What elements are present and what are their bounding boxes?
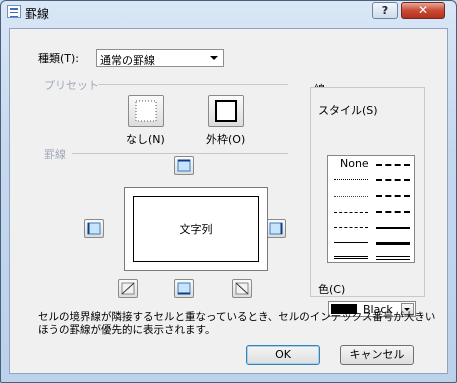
- line-style-hair[interactable]: [334, 179, 368, 180]
- border-left-icon: [87, 222, 101, 235]
- chevron-down-icon: [210, 56, 218, 60]
- cancel-button[interactable]: キャンセル: [340, 345, 414, 365]
- preset-none-label: なし(N): [126, 133, 165, 146]
- border-left-button[interactable]: [84, 219, 104, 238]
- border-group-label: 罫線: [44, 148, 66, 161]
- line-style-dash-dot[interactable]: [334, 227, 368, 228]
- line-style-thick[interactable]: [376, 242, 410, 245]
- preset-none-button[interactable]: [128, 95, 164, 127]
- outline-border-icon: [215, 100, 237, 122]
- border-right-icon: [269, 222, 283, 235]
- kind-label: 種類(T):: [38, 52, 80, 65]
- ok-button[interactable]: OK: [246, 345, 320, 365]
- border-preview[interactable]: 文字列: [124, 187, 268, 271]
- line-style-medium[interactable]: [376, 227, 410, 229]
- line-style-dotted[interactable]: [334, 196, 368, 197]
- border-bottom-icon: [177, 282, 191, 295]
- presets-group-label: プリセット: [44, 79, 99, 92]
- kind-select[interactable]: 通常の罫線: [96, 49, 224, 67]
- line-style-list[interactable]: None: [327, 155, 415, 263]
- window-title: 罫線: [25, 7, 50, 21]
- border-top-icon: [177, 159, 191, 172]
- dialog-body: 種類(T): 通常の罫線 プリセット なし(N) 外枠(O) 罫線 文字列 スタ…: [9, 28, 448, 374]
- line-style-thin-double[interactable]: [334, 256, 368, 259]
- border-right-button[interactable]: [266, 219, 286, 238]
- border-top-button[interactable]: [174, 156, 194, 175]
- preview-text: 文字列: [179, 223, 213, 236]
- diagonal-up-icon: [121, 282, 135, 295]
- preview-cell: 文字列: [133, 196, 259, 262]
- description-text: セルの境界線が隣接するセルと重なっているとき、セルのインデックス番号が大きいほう…: [38, 311, 436, 336]
- line-style-double[interactable]: [376, 256, 410, 260]
- preset-outline-button[interactable]: [208, 95, 244, 127]
- title-bar: 罫線 ? ✕: [1, 1, 456, 23]
- border-dialog: 罫線 ? ✕ 種類(T): 通常の罫線 プリセット なし(N) 外枠(O) 罫線: [0, 0, 457, 383]
- close-button[interactable]: ✕: [401, 2, 445, 19]
- line-style-medium-dash-dot[interactable]: [376, 195, 410, 197]
- preset-outline-label: 外枠(O): [206, 133, 246, 146]
- no-border-icon: [135, 100, 157, 122]
- diagonal-up-button[interactable]: [118, 279, 138, 298]
- table-icon: [7, 5, 21, 18]
- line-style-medium-dash-dot-dot[interactable]: [376, 164, 410, 166]
- kind-select-value: 通常の罫線: [100, 54, 155, 67]
- line-style-thin-dashed[interactable]: [334, 242, 368, 243]
- diagonal-down-icon: [235, 282, 249, 295]
- diagonal-down-button[interactable]: [232, 279, 252, 298]
- border-divider: [72, 153, 288, 154]
- line-color-label: 色(C): [318, 283, 346, 296]
- presets-divider: [98, 84, 288, 85]
- line-style-label: スタイル(S): [318, 104, 378, 117]
- line-style-medium-dashed[interactable]: [376, 211, 410, 213]
- border-bottom-button[interactable]: [174, 279, 194, 298]
- line-style-slant-dash-dot[interactable]: [376, 179, 410, 181]
- line-style-none[interactable]: None: [340, 157, 369, 170]
- line-style-dash-dot-dot[interactable]: [334, 212, 368, 213]
- help-button[interactable]: ?: [372, 2, 398, 19]
